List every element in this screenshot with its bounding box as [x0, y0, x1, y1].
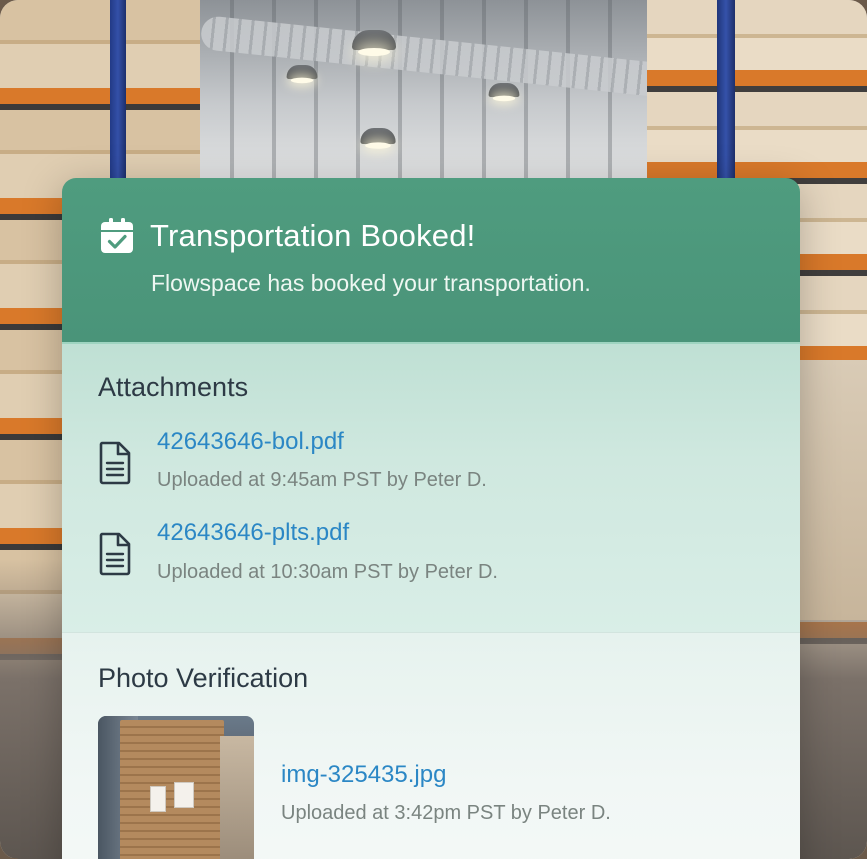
side-boxes	[220, 736, 254, 859]
ceiling-lamp	[488, 83, 520, 102]
notification-card: Transportation Booked! Flowspace has boo…	[62, 178, 800, 859]
photo-thumbnail[interactable]	[98, 716, 254, 859]
attachment-link-bol[interactable]: 42643646-bol.pdf	[157, 428, 487, 455]
attachment-text: 42643646-plts.pdf Uploaded at 10:30am PS…	[157, 519, 498, 583]
pallet-label	[174, 782, 194, 808]
document-icon	[99, 533, 131, 576]
ceiling-lamp	[360, 128, 396, 149]
attachment-link-plts[interactable]: 42643646-plts.pdf	[157, 519, 498, 546]
header-title: Transportation Booked!	[150, 218, 476, 253]
attachment-item: 42643646-plts.pdf Uploaded at 10:30am PS…	[98, 519, 764, 583]
photo-verification-section: Photo Verification img-325435.jpg Upload…	[62, 632, 800, 859]
attachments-title: Attachments	[98, 372, 249, 402]
ceiling-lamp	[286, 65, 318, 84]
calendar-check-icon	[101, 218, 133, 253]
pallet-label	[150, 786, 166, 812]
photo-verification-title: Photo Verification	[98, 663, 309, 693]
attachment-meta: Uploaded at 10:30am PST by Peter D.	[157, 560, 498, 583]
attachments-section: Attachments 42643646-bol.pdf Uploaded at…	[62, 342, 800, 632]
header-row: Transportation Booked!	[100, 218, 764, 254]
cardboard-stack	[120, 720, 224, 859]
header-subtitle: Flowspace has booked your transportation…	[151, 270, 591, 296]
stacked-boxes	[797, 360, 867, 620]
photo-link[interactable]: img-325435.jpg	[281, 761, 611, 788]
attachment-item: 42643646-bol.pdf Uploaded at 9:45am PST …	[98, 428, 764, 492]
attachment-meta: Uploaded at 9:45am PST by Peter D.	[157, 469, 487, 492]
photo-meta: Uploaded at 3:42pm PST by Peter D.	[281, 802, 611, 825]
ceiling-lamp	[352, 30, 396, 56]
attachment-text: 42643646-bol.pdf Uploaded at 9:45am PST …	[157, 428, 487, 492]
photo-row: img-325435.jpg Uploaded at 3:42pm PST by…	[98, 716, 764, 859]
card-header: Transportation Booked! Flowspace has boo…	[62, 178, 800, 342]
photo-text: img-325435.jpg Uploaded at 3:42pm PST by…	[281, 761, 611, 825]
document-icon	[99, 441, 131, 485]
